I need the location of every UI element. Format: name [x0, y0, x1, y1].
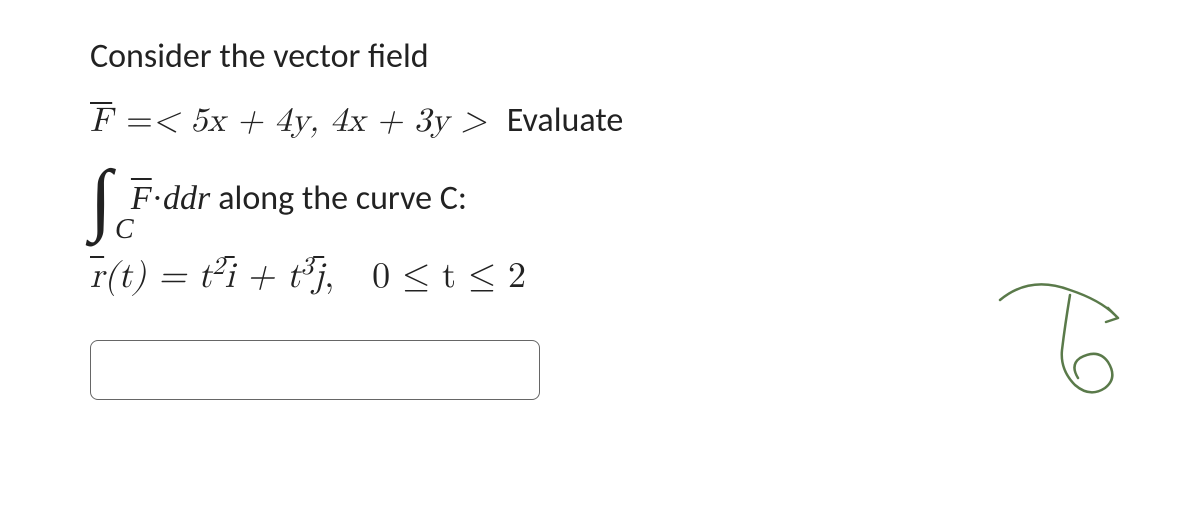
integrand-F: F: [131, 172, 152, 226]
along-curve-text: along the curve C:: [218, 172, 467, 226]
sketch-svg: [990, 270, 1150, 400]
parameter-bounds: 0 ≤ t ≤ 2: [372, 258, 526, 294]
i-unit-vector: i: [225, 248, 235, 306]
sketch-path: [1000, 284, 1118, 392]
j-unit-vector: j: [313, 248, 324, 306]
evaluate-label: Evaluate: [507, 94, 624, 148]
integral-expression: ∫ C F · ddr along the curve C:: [90, 159, 1110, 239]
integral-sign: ∫ C: [90, 159, 112, 239]
vector-F: F: [90, 94, 112, 148]
dr-symbol: ddr: [163, 172, 210, 226]
curve-parametrization: r(t) = t2i + t3j, 0 ≤ t ≤ 2: [90, 247, 1110, 306]
vector-field-definition: F = < 5x + 4y, 4x + 3y > Evaluate: [90, 94, 1110, 148]
integral-subscript: C: [115, 216, 134, 244]
handwritten-sketch: [990, 270, 1150, 400]
dot-product: ·: [152, 172, 163, 226]
field-expression: < 5x + 4y, 4x + 3y >: [153, 94, 487, 148]
r-vector: r: [90, 248, 104, 306]
problem-container: Consider the vector field F = < 5x + 4y,…: [90, 30, 1110, 400]
equals-sign: =: [126, 94, 152, 148]
answer-input[interactable]: [90, 340, 540, 400]
intro-text: Consider the vector field: [90, 30, 1110, 84]
